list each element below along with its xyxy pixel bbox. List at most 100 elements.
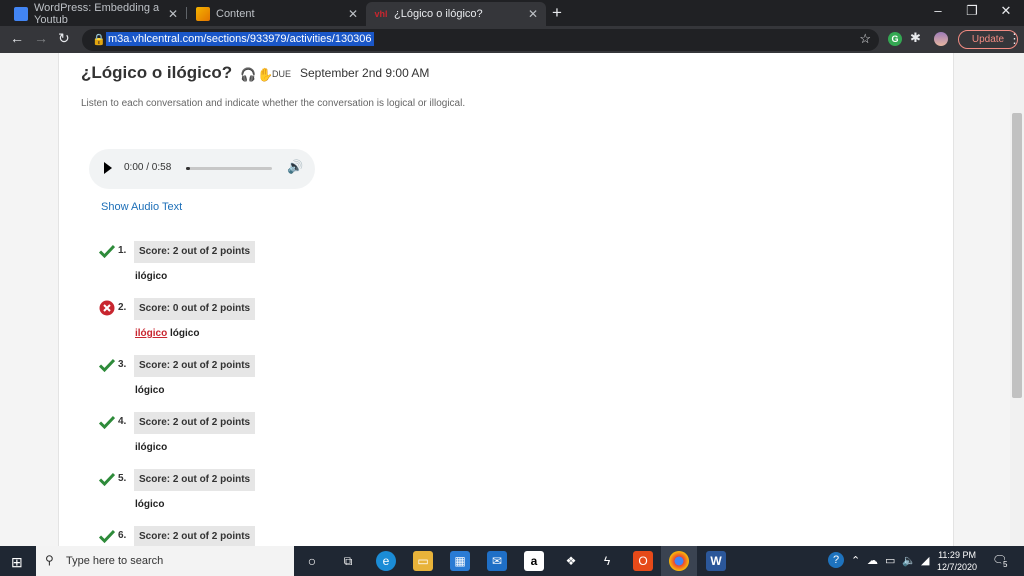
- task-view-icon[interactable]: ⧉: [338, 551, 358, 571]
- audio-time: 0:00 / 0:58: [124, 162, 172, 173]
- window-close-icon[interactable]: ✕: [991, 3, 1021, 19]
- correct-answer: lógico: [170, 328, 200, 339]
- volume-icon[interactable]: 🔊: [287, 159, 303, 175]
- file-explorer-icon[interactable]: ▭: [413, 551, 433, 571]
- forward-arrow-icon[interactable]: →: [34, 30, 48, 46]
- answer-text: lógico: [135, 385, 164, 396]
- help-icon[interactable]: ?: [828, 552, 844, 568]
- audio-player: 0:00 / 0:58 🔊: [89, 149, 315, 189]
- correct-answer: lógico: [135, 385, 165, 396]
- correct-answer: lógico: [135, 499, 165, 510]
- more-menu-icon[interactable]: ⋮: [1008, 31, 1021, 47]
- speaker-icon[interactable]: 🔈: [902, 554, 916, 567]
- office-icon[interactable]: O: [633, 551, 653, 571]
- checkmark-icon: [98, 414, 116, 430]
- incorrect-answer: ilógico: [135, 328, 168, 339]
- extensions-puzzle-icon[interactable]: ✱: [910, 30, 924, 45]
- windows-start-icon[interactable]: ⊞: [11, 554, 23, 571]
- audio-seek-bar[interactable]: [186, 167, 272, 170]
- amazon-icon[interactable]: a: [524, 551, 544, 571]
- cortana-icon[interactable]: ○: [302, 551, 322, 571]
- grammarly-extension-icon[interactable]: G: [888, 32, 902, 46]
- reload-icon[interactable]: ↻: [58, 30, 70, 47]
- answer-text: ilógico: [135, 271, 167, 282]
- store-icon[interactable]: ▦: [450, 551, 470, 571]
- tab-logico-ilogico[interactable]: vhl ¿Lógico o ilógico? ✕: [366, 2, 546, 26]
- notification-count-badge: 5: [1001, 560, 1010, 569]
- vhl-icon: vhl: [374, 7, 388, 21]
- address-bar[interactable]: 🔒 m3a.vhlcentral.com/sections/933979/act…: [82, 29, 879, 51]
- word-icon[interactable]: W: [706, 551, 726, 571]
- audio-seek-progress: [186, 167, 191, 170]
- tab-title: WordPress: Embedding a Youtub: [34, 2, 160, 26]
- bookmark-star-icon[interactable]: ☆: [859, 31, 871, 47]
- restore-icon[interactable]: ❐: [957, 3, 987, 19]
- profile-avatar[interactable]: [934, 32, 948, 46]
- chrome-icon[interactable]: [669, 551, 689, 571]
- taskbar-search-box[interactable]: ⚲ Type here to search: [36, 546, 294, 576]
- due-label: DUE: [272, 69, 292, 79]
- instructions-text: Listen to each conversation and indicate…: [81, 98, 466, 109]
- new-tab-icon[interactable]: +: [552, 3, 562, 23]
- scrollbar[interactable]: [1010, 53, 1024, 546]
- question-number: 2.: [118, 302, 127, 313]
- score-badge: Score: 0 out of 2 points: [134, 298, 256, 320]
- minimize-icon[interactable]: –: [923, 3, 953, 18]
- taskbar-clock[interactable]: 11:29 PM 12/7/2020: [937, 549, 977, 573]
- onedrive-cloud-icon[interactable]: ☁: [867, 554, 878, 567]
- mail-icon[interactable]: ✉: [487, 551, 507, 571]
- page-viewport: ¿Lógico o ilógico? 🎧 ✋ DUE September 2nd…: [0, 53, 1024, 546]
- url-text[interactable]: m3a.vhlcentral.com/sections/933979/activ…: [106, 32, 374, 46]
- play-icon[interactable]: [104, 162, 112, 174]
- close-icon[interactable]: ✕: [168, 7, 178, 21]
- close-icon[interactable]: ✕: [348, 7, 358, 21]
- score-badge: Score: 2 out of 2 points: [134, 469, 256, 491]
- question-number: 1.: [118, 245, 127, 256]
- battery-icon[interactable]: ▭: [885, 554, 895, 567]
- checkmark-icon: [98, 357, 116, 373]
- edge-icon[interactable]: e: [376, 551, 396, 571]
- lightning-app-icon[interactable]: ϟ: [597, 551, 617, 571]
- clock-time: 11:29 PM: [938, 550, 976, 560]
- chevron-up-icon[interactable]: ⌃: [851, 554, 860, 567]
- correct-answer: ilógico: [135, 271, 168, 282]
- checkmark-icon: [98, 528, 116, 544]
- checkmark-icon: [98, 243, 116, 259]
- pointer-icon: ✋: [257, 67, 274, 82]
- checkmark-icon: [98, 471, 116, 487]
- search-icon: ⚲: [45, 553, 54, 567]
- question-number: 6.: [118, 530, 127, 541]
- score-badge: Score: 2 out of 2 points: [134, 526, 256, 546]
- lock-icon: 🔒: [92, 34, 106, 46]
- question-number: 4.: [118, 416, 127, 427]
- score-badge: Score: 2 out of 2 points: [134, 412, 256, 434]
- tab-divider: [186, 7, 187, 19]
- tab-wordpress-youtube[interactable]: WordPress: Embedding a Youtub ✕: [6, 2, 186, 26]
- dropbox-icon[interactable]: ❖: [561, 551, 581, 571]
- wifi-icon[interactable]: ◢: [921, 554, 929, 567]
- tab-content[interactable]: Content ✕: [188, 2, 366, 26]
- headphones-icon: 🎧: [240, 67, 257, 82]
- browser-tab-strip: WordPress: Embedding a Youtub ✕ Content …: [0, 0, 1024, 26]
- windows-taskbar: ⊞ ⚲ Type here to search ○ ⧉ e ▭ ▦ ✉ a ❖ …: [0, 546, 1024, 576]
- close-icon[interactable]: ✕: [528, 7, 538, 21]
- question-number: 3.: [118, 359, 127, 370]
- answer-text: lógico: [135, 499, 164, 510]
- error-x-icon: [99, 300, 115, 316]
- correct-answer: ilógico: [135, 442, 168, 453]
- tab-title: Content: [216, 8, 255, 20]
- search-placeholder: Type here to search: [66, 555, 164, 567]
- question-number: 5.: [118, 473, 127, 484]
- browser-toolbar: ← → ↻ 🔒 m3a.vhlcentral.com/sections/9339…: [0, 26, 1024, 53]
- page-title: ¿Lógico o ilógico?: [81, 63, 233, 82]
- back-arrow-icon[interactable]: ←: [10, 30, 24, 46]
- answer-text: ilógico lógico: [135, 328, 199, 339]
- tab-title: ¿Lógico o ilógico?: [394, 8, 483, 20]
- activity-card: ¿Lógico o ilógico? 🎧 ✋ DUE September 2nd…: [58, 53, 954, 546]
- wordpress-icon: [196, 7, 210, 21]
- scrollbar-thumb[interactable]: [1012, 113, 1022, 398]
- show-audio-text-link[interactable]: Show Audio Text: [101, 201, 182, 213]
- score-badge: Score: 2 out of 2 points: [134, 355, 256, 377]
- score-badge: Score: 2 out of 2 points: [134, 241, 256, 263]
- due-date: September 2nd 9:00 AM: [300, 66, 430, 80]
